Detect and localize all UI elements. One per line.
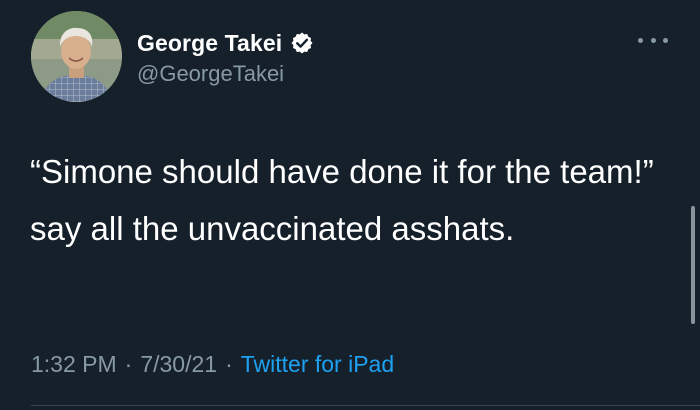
more-dot-1 bbox=[638, 37, 643, 43]
more-dot-2 bbox=[650, 37, 656, 43]
meta-separator: · bbox=[225, 351, 233, 377]
meta-separator: · bbox=[124, 351, 133, 377]
tweet-card: George Takei @GeorgeTakei “Simone should… bbox=[0, 0, 700, 410]
more-options-icon[interactable] bbox=[638, 30, 668, 50]
author-handle[interactable]: @GeorgeTakei bbox=[137, 61, 284, 87]
more-dot-3 bbox=[663, 37, 668, 43]
divider bbox=[31, 405, 700, 406]
verified-badge-icon bbox=[290, 31, 314, 55]
scrollbar[interactable] bbox=[691, 206, 695, 324]
tweet-time[interactable]: 1:32 PM bbox=[31, 351, 117, 377]
author-display-name[interactable]: George Takei bbox=[137, 30, 282, 57]
tweet-text: “Simone should have done it for the team… bbox=[30, 153, 663, 247]
tweet-metadata: 1:32 PM · 7/30/21 · Twitter for iPad bbox=[31, 351, 394, 378]
tweet-source-link[interactable]: Twitter for iPad bbox=[241, 351, 394, 377]
author-name-row: George Takei bbox=[137, 28, 314, 58]
avatar[interactable] bbox=[31, 11, 122, 102]
avatar-image bbox=[31, 11, 122, 102]
tweet-date[interactable]: 7/30/21 bbox=[140, 351, 217, 377]
